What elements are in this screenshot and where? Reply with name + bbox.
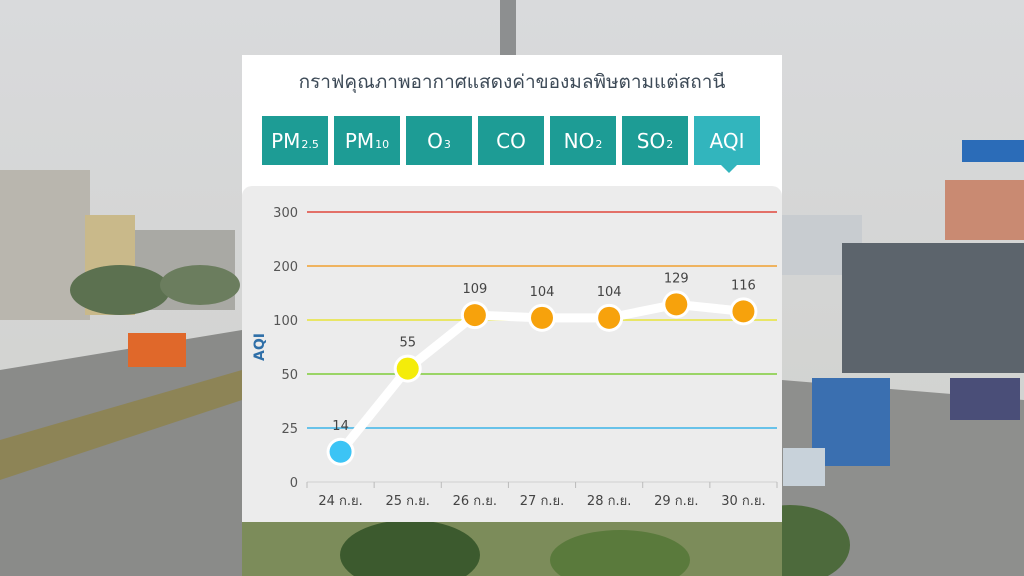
tab-subscript: 10 [375, 138, 390, 151]
y-tick-label: 0 [290, 476, 298, 491]
tab-label: O [427, 128, 443, 153]
y-tick-label: 25 [281, 422, 298, 437]
data-label: 109 [462, 282, 487, 297]
data-point [329, 440, 352, 463]
x-tick-label: 27 ก.ย. [520, 494, 564, 509]
x-tick-label: 29 ก.ย. [654, 494, 698, 509]
x-tick-label: 28 ก.ย. [587, 494, 631, 509]
data-label: 14 [332, 419, 349, 434]
tab-pm25[interactable]: PM 2.5 [262, 116, 328, 165]
tab-so2[interactable]: SO 2 [622, 116, 688, 165]
y-tick-label: 200 [273, 260, 298, 275]
data-point [732, 300, 755, 323]
y-tick-label: 50 [281, 368, 298, 383]
y-axis-label: AQI [252, 333, 268, 361]
tab-label: PM [271, 128, 301, 153]
data-point [463, 304, 486, 327]
y-tick-label: 300 [273, 206, 298, 221]
x-tick-label: 24 ก.ย. [318, 494, 362, 509]
y-tick-label: 100 [273, 314, 298, 329]
tab-label: CO [496, 128, 526, 153]
data-label: 116 [731, 278, 756, 293]
tab-subscript: 3 [443, 138, 451, 151]
data-label: 104 [530, 285, 555, 300]
data-label: 129 [664, 271, 689, 286]
tab-subscript: 2 [595, 138, 603, 151]
panel-title: กราฟคุณภาพอากาศแสดงค่าของมลพิษตามแต่สถาน… [298, 71, 726, 93]
aqi-panel: กราฟคุณภาพอากาศแสดงค่าของมลพิษตามแต่สถาน… [242, 55, 782, 522]
tab-label: SO [636, 128, 666, 153]
data-label: 104 [597, 285, 622, 300]
tab-co[interactable]: CO [478, 116, 544, 165]
data-label: 55 [399, 336, 416, 351]
data-point [665, 293, 688, 316]
data-point [598, 306, 621, 329]
data-point [531, 306, 553, 329]
x-tick-label: 26 ก.ย. [453, 494, 497, 509]
tab-label: NO [563, 128, 595, 153]
tab-label: PM [344, 128, 375, 153]
x-tick-label: 30 ก.ย. [721, 494, 765, 509]
chart-area: 0 25 50 100 200 300 AQI 24 ก.ย. 25 ก.ย. 26 ก.ย. 27… [242, 186, 782, 522]
data-point [396, 357, 419, 380]
tab-aqi[interactable]: AQI [694, 116, 760, 173]
tab-pm10[interactable]: PM 10 [334, 116, 400, 165]
aqi-line-chart: 0 25 50 100 200 300 AQI 24 ก.ย. 25 ก.ย. 26 ก.ย. 27… [252, 206, 778, 509]
tab-o3[interactable]: O3 [406, 116, 472, 165]
tab-subscript: 2 [666, 138, 674, 151]
tab-no2[interactable]: NO 2 [550, 116, 616, 165]
x-tick-label: 25 ก.ย. [385, 494, 429, 509]
tab-label: AQI [709, 128, 745, 153]
tab-subscript: 2.5 [301, 138, 319, 151]
